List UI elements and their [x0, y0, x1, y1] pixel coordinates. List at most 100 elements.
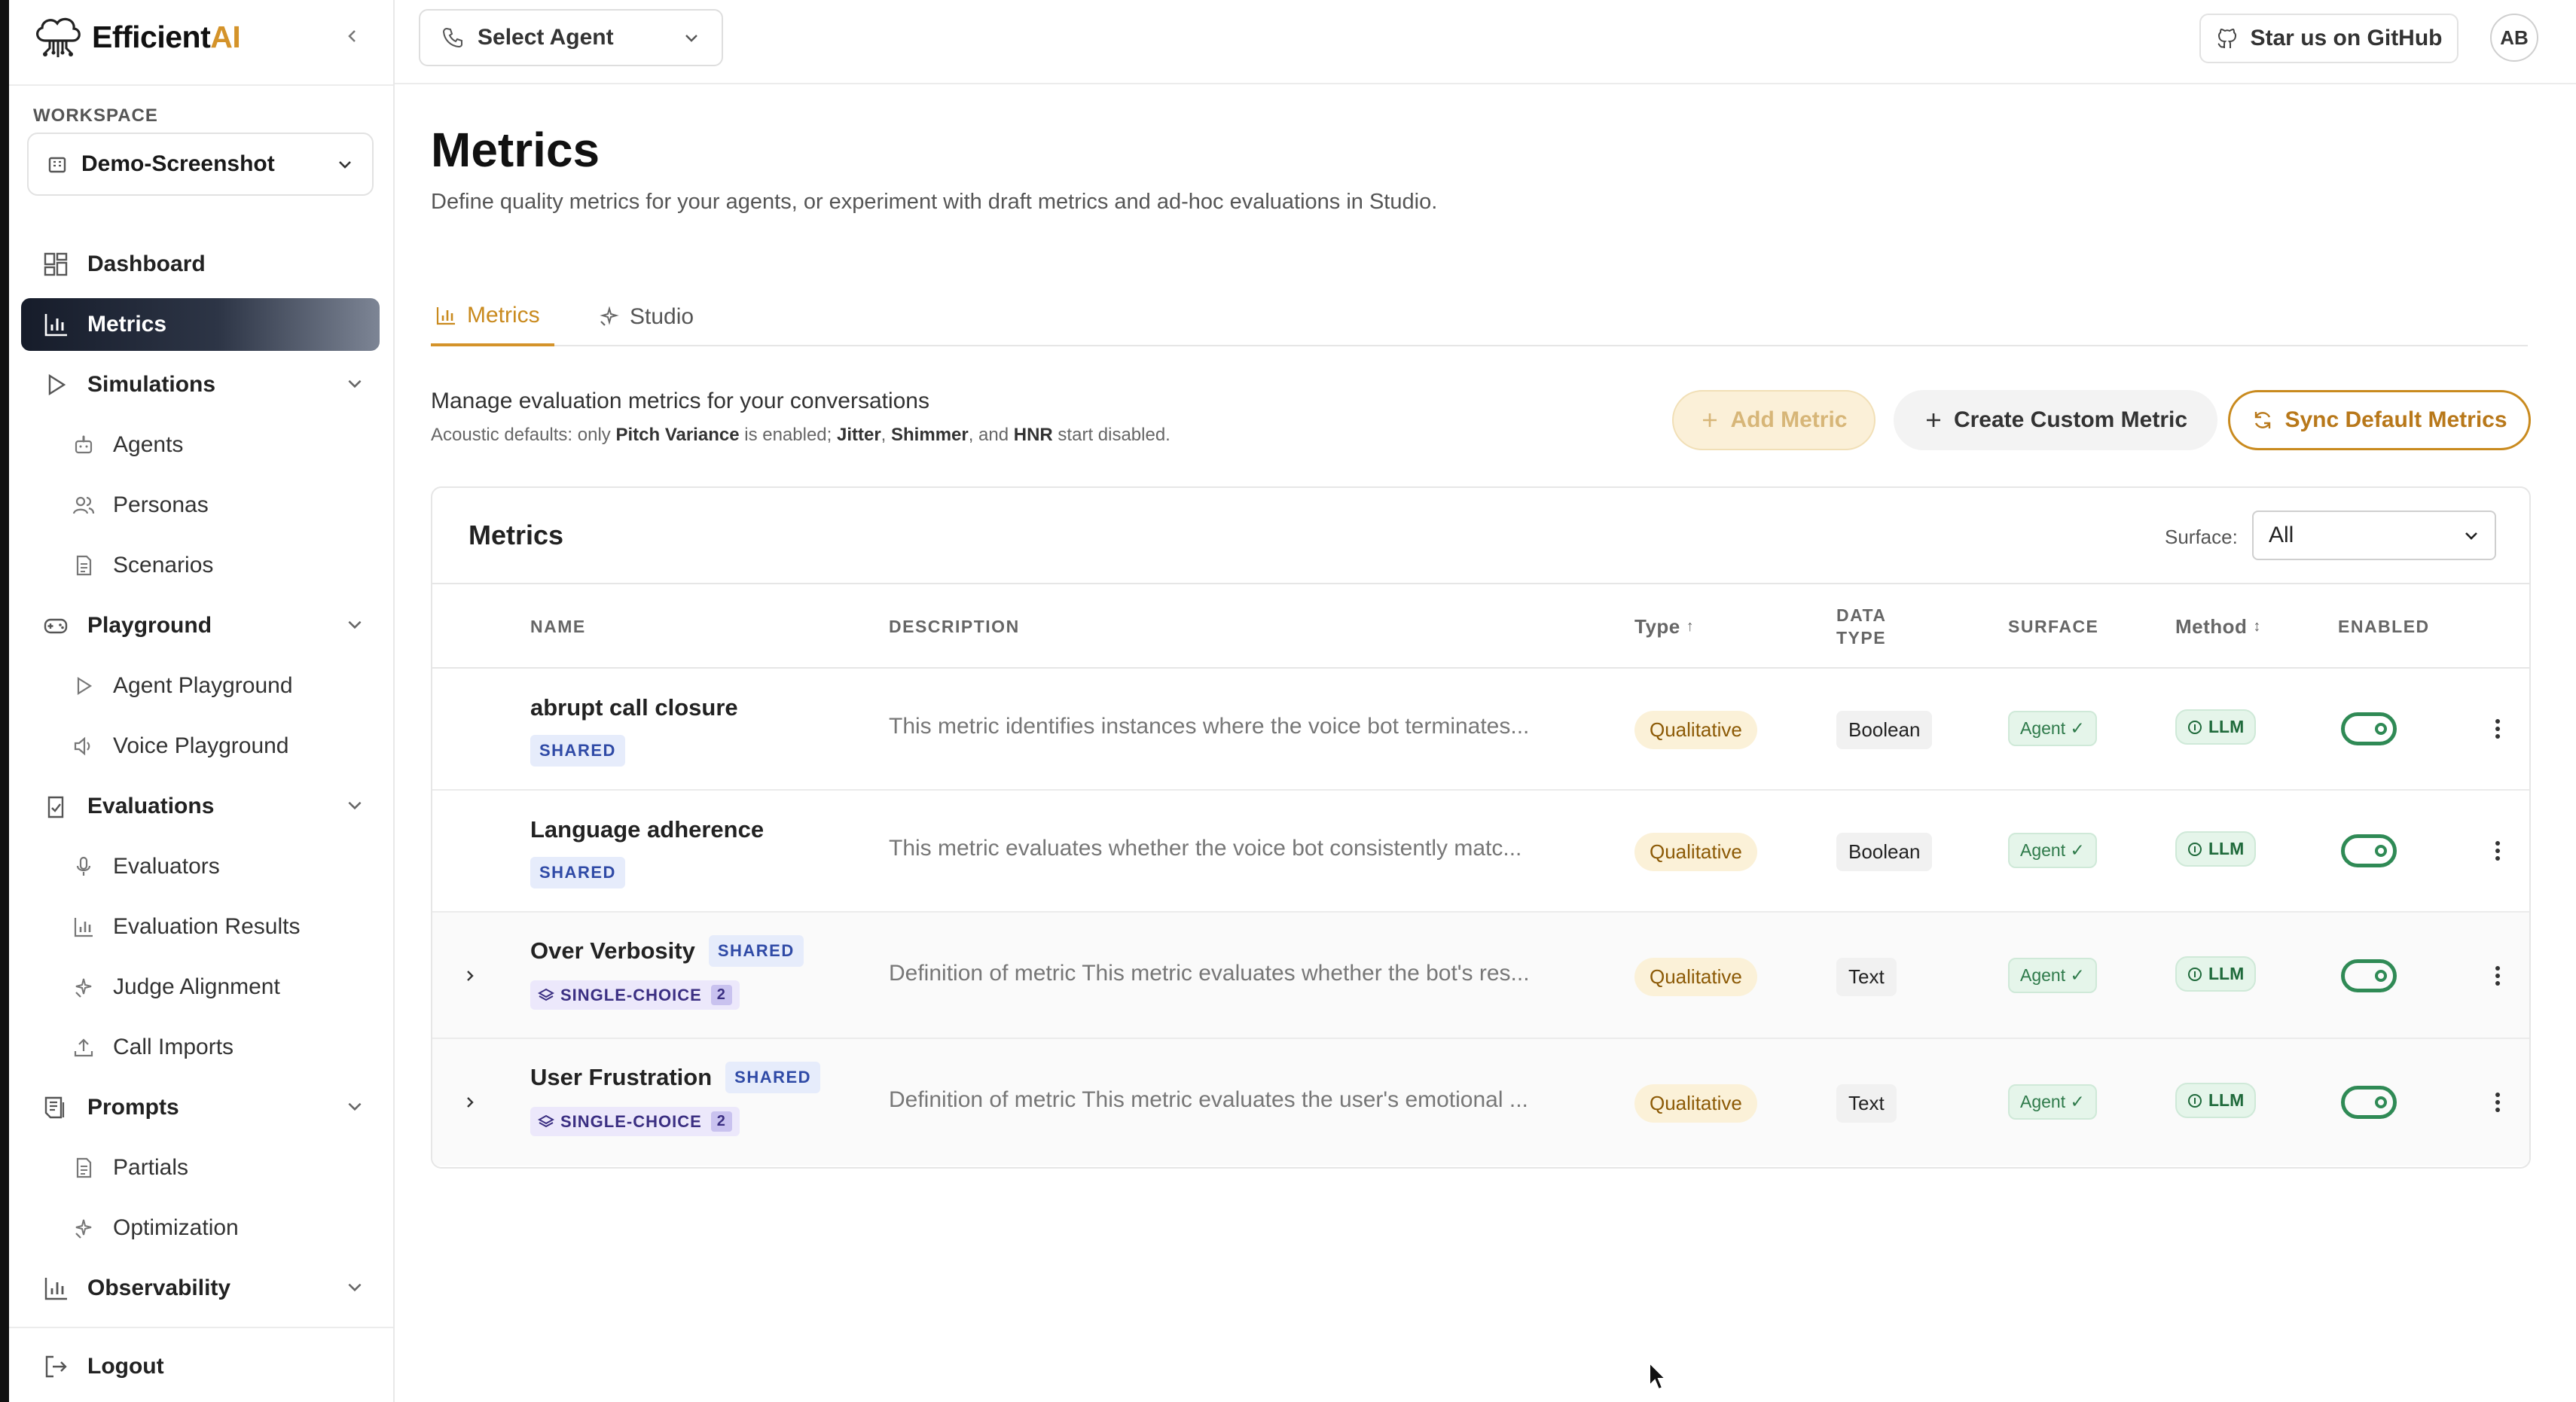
sidebar-item-label: Evaluations: [87, 794, 215, 818]
sidebar-item-optimization[interactable]: Optimization: [21, 1202, 380, 1254]
table-row[interactable]: Over Verbosity SHARED SINGLE-CHOICE 2 De…: [432, 913, 2529, 1039]
shared-badge: SHARED: [530, 735, 625, 767]
sidebar-item-agent-playground[interactable]: Agent Playground: [21, 660, 380, 712]
type-pill: Qualitative: [1634, 711, 1757, 749]
enabled-toggle[interactable]: [2341, 712, 2397, 745]
brand[interactable]: EfficientAI: [32, 14, 241, 60]
sidebar-item-dashboard[interactable]: Dashboard: [21, 238, 380, 291]
star-github-button[interactable]: Star us on GitHub: [2199, 14, 2458, 63]
sidebar-item-simulations[interactable]: Simulations: [21, 358, 380, 411]
refresh-icon: [2255, 412, 2271, 428]
table-row[interactable]: abrupt call closure SHARED This metric i…: [432, 669, 2529, 791]
chevron-down-icon: [348, 801, 362, 810]
more-vertical-icon: [2495, 841, 2500, 861]
enabled-toggle[interactable]: [2341, 959, 2397, 992]
row-menu-button[interactable]: [2483, 1087, 2513, 1117]
sidebar-item-observability[interactable]: Observability: [21, 1262, 380, 1315]
surface-select[interactable]: All: [2252, 511, 2496, 560]
shared-badge: SHARED: [708, 935, 804, 967]
sidebar-item-scenarios[interactable]: Scenarios: [21, 539, 380, 592]
sidebar-item-label: Judge Alignment: [113, 974, 280, 999]
sidebar-item-evaluation-results[interactable]: Evaluation Results: [21, 901, 380, 953]
sidebar-item-label: Personas: [113, 492, 209, 517]
enabled-toggle[interactable]: [2341, 834, 2397, 867]
add-metric-button[interactable]: Add Metric: [1672, 390, 1876, 450]
collapse-sidebar-button[interactable]: [337, 21, 368, 51]
sidebar-item-prompts[interactable]: Prompts: [21, 1081, 380, 1134]
table-title: Metrics: [469, 520, 564, 550]
sidebar-item-label: Simulations: [87, 372, 216, 397]
tab-label: Metrics: [467, 303, 540, 328]
table-row[interactable]: Language adherence SHARED This metric ev…: [432, 791, 2529, 913]
sidebar-item-playground[interactable]: Playground: [21, 599, 380, 652]
metric-name[interactable]: User Frustration: [530, 1064, 712, 1091]
enabled-toggle[interactable]: [2341, 1086, 2397, 1119]
sidebar-item-label: Voice Playground: [113, 733, 289, 758]
sidebar-item-personas[interactable]: Personas: [21, 479, 380, 532]
sparkles-icon: [72, 1217, 95, 1239]
agent-select[interactable]: Select Agent: [419, 9, 723, 66]
method-pill: LLM: [2175, 1083, 2257, 1118]
sync-default-metrics-label: Sync Default Metrics: [2285, 407, 2507, 432]
row-menu-button[interactable]: [2483, 714, 2513, 744]
metric-name[interactable]: Language adherence: [530, 816, 764, 843]
section-title: Manage evaluation metrics for your conve…: [431, 389, 929, 413]
row-menu-button[interactable]: [2483, 961, 2513, 991]
type-pill: Qualitative: [1634, 958, 1757, 996]
avatar[interactable]: AB: [2490, 14, 2538, 62]
tab-studio[interactable]: Studio: [594, 288, 698, 346]
workspace-select[interactable]: Demo-Screenshot: [27, 133, 374, 196]
sidebar-item-label: Scenarios: [113, 553, 214, 578]
divider: [9, 84, 393, 86]
window-edge: [0, 0, 9, 1402]
sidebar-item-judge-alignment[interactable]: Judge Alignment: [21, 961, 380, 1013]
sidebar-item-evaluators[interactable]: Evaluators: [21, 840, 380, 893]
chevron-down-icon: [339, 161, 351, 169]
metric-name[interactable]: abrupt call closure: [530, 694, 738, 721]
sidebar-item-label: Agents: [113, 432, 184, 457]
col-name[interactable]: NAME: [530, 584, 586, 669]
play-icon: [42, 371, 69, 398]
chevron-down-icon: [348, 379, 362, 389]
col-enabled: ENABLED: [2338, 617, 2430, 636]
agent-select-label: Select Agent: [478, 25, 614, 50]
sidebar-item-label: Optimization: [113, 1215, 239, 1240]
speaker-icon: [72, 735, 95, 757]
create-custom-metric-button[interactable]: Create Custom Metric: [1894, 390, 2217, 450]
upload-icon: [72, 1036, 95, 1059]
sidebar-item-call-imports[interactable]: Call Imports: [21, 1021, 380, 1074]
chevron-down-icon: [348, 1283, 362, 1292]
row-menu-button[interactable]: [2483, 836, 2513, 866]
metric-name[interactable]: Over Verbosity: [530, 937, 695, 965]
sync-default-metrics-button[interactable]: Sync Default Metrics: [2228, 390, 2531, 450]
metric-description: Definition of metric This metric evaluat…: [889, 1087, 1528, 1112]
col-method[interactable]: Method ↕: [2175, 584, 2261, 669]
plus-icon: [1926, 413, 1940, 427]
metric-description: This metric identifies instances where t…: [889, 714, 1530, 739]
expand-row-button[interactable]: [455, 1087, 485, 1117]
sidebar-item-metrics[interactable]: Metrics: [21, 298, 380, 351]
surface-select-value: All: [2269, 523, 2294, 547]
sidebar-item-partials[interactable]: Partials: [21, 1141, 380, 1194]
logout-label: Logout: [87, 1354, 164, 1379]
chevron-down-icon: [348, 620, 362, 629]
table-header: NAME DESCRIPTION Type ↑ DATA TYPE SURFACE …: [432, 583, 2529, 669]
surface-pill: Agent ✓: [2008, 833, 2097, 868]
sidebar-item-voice-playground[interactable]: Voice Playground: [21, 720, 380, 773]
expand-row-button[interactable]: [455, 961, 485, 991]
data-type-pill: Text: [1836, 958, 1897, 996]
sparkles-icon: [72, 976, 95, 998]
col-type[interactable]: Type ↑: [1634, 584, 1694, 669]
logout-button[interactable]: Logout: [21, 1340, 380, 1393]
sidebar-item-evaluations[interactable]: Evaluations: [21, 780, 380, 833]
tab-metrics[interactable]: Metrics: [431, 288, 554, 346]
sidebar-item-label: Metrics: [87, 312, 167, 337]
chevron-left-icon: [348, 30, 356, 42]
workspace-label: WORKSPACE: [33, 105, 158, 126]
chevron-right-icon: [467, 1097, 474, 1108]
single-choice-badge: SINGLE-CHOICE 2: [530, 980, 740, 1010]
sidebar-item-agents[interactable]: Agents: [21, 419, 380, 471]
sparkles-icon: [600, 306, 619, 326]
table-row[interactable]: User Frustration SHARED SINGLE-CHOICE 2 …: [432, 1039, 2529, 1166]
clipboard-check-icon: [42, 793, 69, 820]
